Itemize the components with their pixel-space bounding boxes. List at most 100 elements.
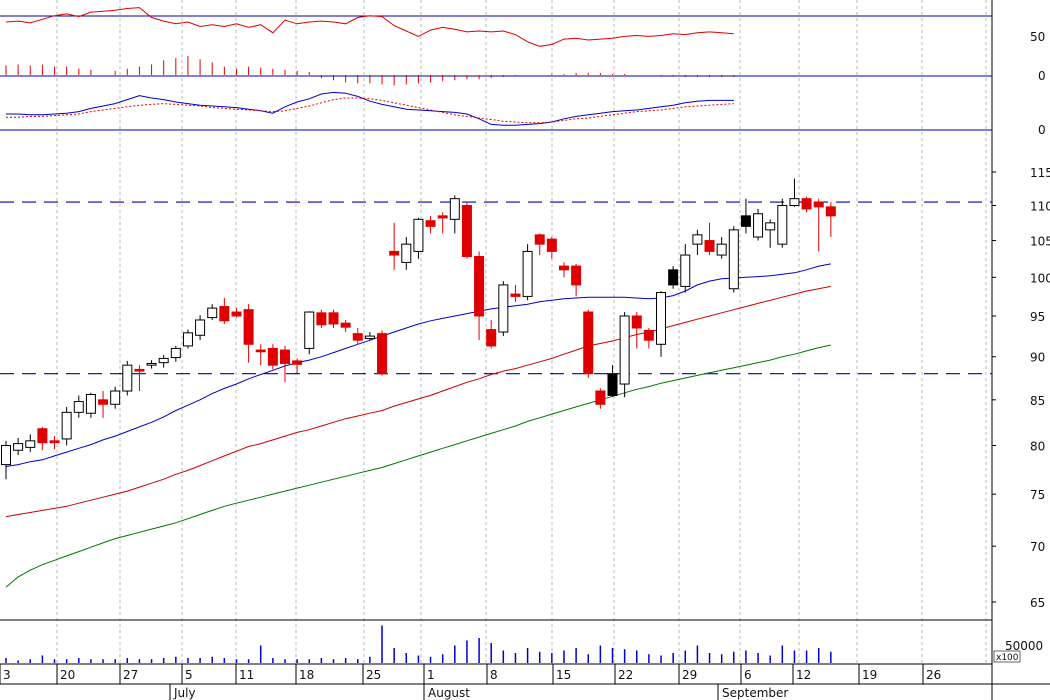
candle-body	[765, 222, 776, 231]
candle-body	[619, 315, 630, 385]
candle-body	[37, 428, 48, 444]
candle-body	[534, 234, 545, 245]
candle-body	[316, 312, 327, 326]
candle-body	[643, 329, 654, 341]
day-label: 20	[60, 668, 75, 682]
candle-body	[25, 440, 36, 448]
candle-body	[304, 311, 315, 349]
candle-body	[813, 201, 824, 208]
candle-body	[73, 401, 84, 413]
candle-body	[571, 265, 582, 286]
candle-body	[364, 335, 375, 340]
candle-body	[195, 319, 206, 336]
candle-body	[170, 347, 181, 359]
day-label: 26	[926, 668, 941, 682]
candle-body	[461, 205, 472, 258]
candle-body	[740, 215, 751, 227]
candle-body	[728, 229, 739, 290]
day-label: 8	[490, 668, 498, 682]
candle-body	[110, 390, 121, 405]
osc-line	[5, 7, 734, 47]
candle-body	[13, 443, 24, 451]
price-tick-label: 95	[1030, 310, 1045, 324]
day-label: 27	[123, 668, 138, 682]
candle-body	[522, 250, 533, 297]
price-tick-label: 80	[1030, 440, 1045, 454]
candle-body	[789, 198, 800, 207]
day-label: 1	[427, 668, 435, 682]
candle-body	[825, 206, 836, 217]
day-label: 25	[366, 668, 381, 682]
day-label: 6	[744, 668, 752, 682]
price-tick-label: 100	[1030, 271, 1050, 285]
day-label: 3	[3, 668, 11, 682]
price-tick-label: 110	[1030, 200, 1050, 214]
candle-body	[267, 347, 278, 366]
day-label: 18	[299, 668, 314, 682]
candle-body	[231, 311, 242, 317]
price-tick-label: 85	[1030, 394, 1045, 408]
candle-body	[98, 399, 109, 405]
candle-body	[510, 293, 521, 297]
day-label: 11	[239, 668, 254, 682]
sma-mid-line	[5, 285, 831, 518]
candle-body	[486, 329, 497, 347]
candle-body	[437, 215, 448, 219]
candle-body	[558, 265, 569, 271]
candle-body	[182, 332, 193, 347]
price-tick-label: 65	[1030, 596, 1045, 610]
candle-body	[158, 357, 169, 364]
candle-body	[753, 213, 764, 238]
candle-body	[1, 445, 11, 466]
candle-body	[292, 360, 303, 365]
candle-body	[692, 234, 703, 245]
candle-body	[243, 309, 254, 345]
price-tick-label: 105	[1030, 235, 1050, 249]
candle-body	[255, 349, 266, 353]
candle-body	[777, 205, 788, 245]
day-label: 29	[682, 668, 697, 682]
candle-body	[207, 307, 218, 319]
candle-body	[340, 322, 351, 328]
candle-body	[425, 220, 436, 227]
price-tick-label: 115	[1030, 166, 1050, 180]
candle-body	[389, 250, 400, 256]
month-label: September	[722, 686, 788, 700]
day-label: 12	[796, 668, 811, 682]
candle-body	[631, 315, 642, 329]
osc-tick-label: 0	[1038, 69, 1046, 83]
candle-body	[219, 306, 230, 322]
candle-body	[607, 373, 618, 396]
candle-body	[401, 243, 412, 263]
candle-body	[668, 269, 679, 286]
day-label: 22	[618, 668, 633, 682]
price-tick-label: 90	[1030, 351, 1045, 365]
candle-body	[413, 218, 424, 252]
candle-body	[546, 238, 557, 252]
candle-body	[279, 349, 290, 364]
price-tick-label: 70	[1030, 540, 1045, 554]
candle-body	[449, 198, 460, 220]
candle-body	[377, 333, 388, 375]
candle-body	[134, 368, 145, 372]
candle-body	[498, 284, 509, 333]
candle-body	[656, 292, 667, 345]
candle-body	[680, 254, 691, 287]
day-label: 19	[862, 668, 877, 682]
price-tick-label: 75	[1030, 488, 1045, 502]
month-label: August	[428, 686, 470, 700]
candle-body	[595, 390, 606, 405]
candle-body	[716, 243, 727, 256]
candle-body	[704, 240, 715, 252]
candle-body	[49, 440, 60, 444]
candle-body	[85, 394, 96, 414]
stock-chart: 50006570758085909510010511011550000x1003…	[0, 0, 1050, 700]
candle-body	[122, 364, 133, 392]
candle-body	[801, 198, 812, 210]
macd-tick-label: 0	[1038, 123, 1046, 137]
candle-body	[328, 312, 339, 325]
day-label: 5	[185, 668, 193, 682]
candle-body	[583, 311, 594, 375]
candle-body	[352, 333, 363, 341]
month-label: July	[173, 686, 196, 700]
